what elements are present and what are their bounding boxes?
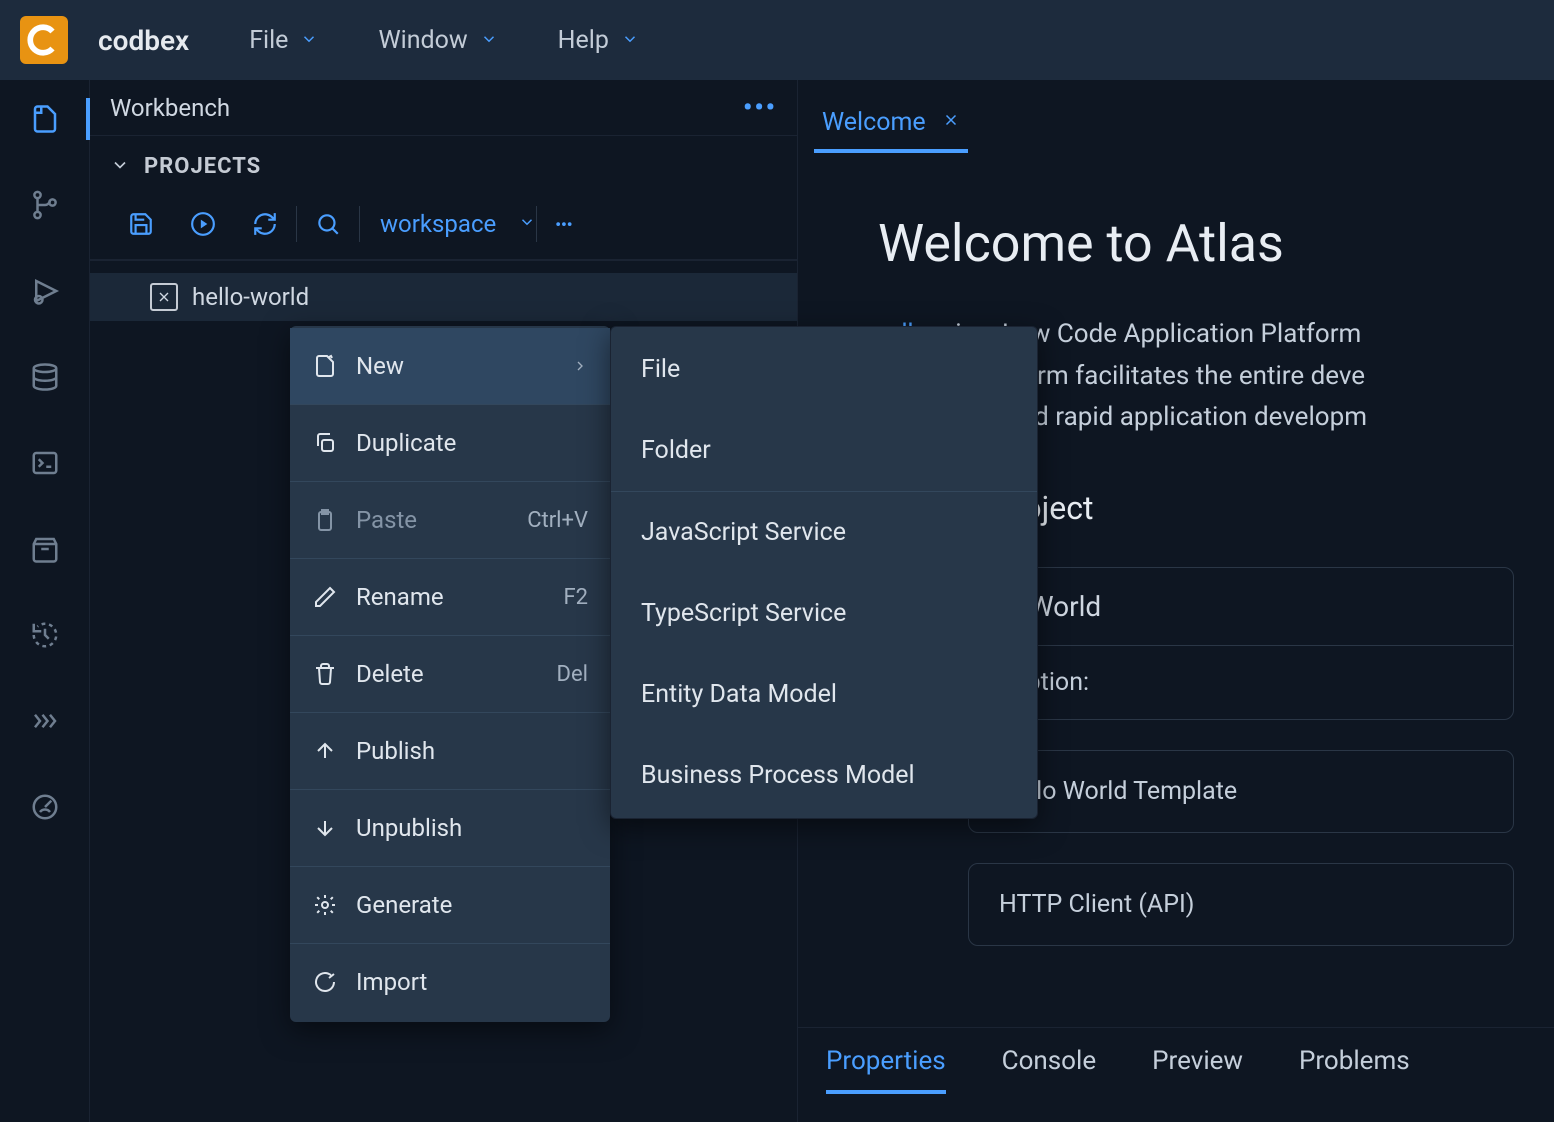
brand-logo bbox=[20, 16, 68, 64]
chevron-down-icon bbox=[300, 26, 318, 55]
close-icon[interactable] bbox=[942, 110, 960, 135]
context-paste-shortcut: Ctrl+V bbox=[527, 508, 588, 533]
workspace-label: workspace bbox=[360, 210, 508, 238]
projects-section: PROJECTS workspace bbox=[90, 136, 797, 261]
unpublish-icon bbox=[312, 815, 338, 841]
menu-help-label: Help bbox=[558, 26, 609, 55]
tab-console[interactable]: Console bbox=[1002, 1046, 1096, 1094]
menu-file-label: File bbox=[249, 26, 288, 55]
activity-git-icon[interactable] bbox=[28, 188, 62, 222]
import-icon bbox=[312, 969, 338, 995]
context-generate[interactable]: Generate bbox=[290, 867, 610, 944]
context-unpublish-label: Unpublish bbox=[356, 814, 462, 842]
rename-icon bbox=[312, 584, 338, 610]
context-import[interactable]: Import bbox=[290, 944, 610, 1020]
welcome-title: Welcome to Atlas bbox=[878, 213, 1514, 274]
projects-header[interactable]: PROJECTS bbox=[90, 136, 797, 193]
context-publish-label: Publish bbox=[356, 737, 435, 765]
card-description-label: cription: bbox=[969, 646, 1513, 719]
publish-icon bbox=[312, 738, 338, 764]
top-menu: File Window Help bbox=[249, 26, 639, 55]
context-rename[interactable]: Rename F2 bbox=[290, 559, 610, 636]
activity-flow-icon[interactable] bbox=[28, 704, 62, 738]
context-duplicate[interactable]: Duplicate bbox=[290, 405, 610, 482]
context-import-label: Import bbox=[356, 968, 427, 996]
activity-debug-icon[interactable] bbox=[28, 274, 62, 308]
template-card-2[interactable]: HTTP Client (API) bbox=[968, 863, 1514, 946]
context-delete[interactable]: Delete Del bbox=[290, 636, 610, 713]
project-item[interactable]: hello-world bbox=[90, 273, 797, 321]
sidebar-more-icon[interactable]: ••• bbox=[743, 93, 777, 123]
template-card-1[interactable]: Hello World Template bbox=[968, 750, 1514, 833]
context-paste: Paste Ctrl+V bbox=[290, 482, 610, 559]
activity-bar bbox=[0, 80, 90, 1122]
chevron-down-icon bbox=[480, 26, 498, 55]
activity-terminal-icon[interactable] bbox=[28, 446, 62, 480]
tab-preview[interactable]: Preview bbox=[1152, 1046, 1243, 1094]
brand-logo-icon bbox=[27, 23, 61, 57]
card-header: lo World bbox=[969, 568, 1513, 646]
run-button[interactable] bbox=[172, 203, 234, 245]
context-publish[interactable]: Publish bbox=[290, 713, 610, 790]
submenu-folder[interactable]: Folder bbox=[611, 410, 1037, 491]
context-duplicate-label: Duplicate bbox=[356, 429, 456, 457]
hello-world-card: lo World cription: bbox=[968, 567, 1514, 720]
context-generate-label: Generate bbox=[356, 891, 452, 919]
menu-help[interactable]: Help bbox=[558, 26, 639, 55]
chevron-right-icon bbox=[572, 352, 588, 380]
projects-label: PROJECTS bbox=[144, 154, 261, 179]
context-unpublish[interactable]: Unpublish bbox=[290, 790, 610, 867]
brand-name: codbex bbox=[98, 24, 189, 57]
bottom-panel: Properties Console Preview Problems bbox=[798, 1027, 1554, 1122]
activity-inbox-icon[interactable] bbox=[28, 532, 62, 566]
submenu-js-service[interactable]: JavaScript Service bbox=[611, 492, 1037, 573]
context-new[interactable]: New bbox=[290, 328, 610, 405]
tab-label: Welcome bbox=[822, 108, 926, 137]
workspace-selector[interactable]: workspace bbox=[360, 210, 536, 238]
submenu-file[interactable]: File bbox=[611, 329, 1037, 410]
project-icon bbox=[150, 283, 178, 311]
bottom-tabs: Properties Console Preview Problems bbox=[826, 1046, 1526, 1094]
new-file-icon bbox=[312, 353, 338, 379]
project-name: hello-world bbox=[192, 283, 309, 311]
menu-window-label: Window bbox=[378, 26, 467, 55]
context-paste-label: Paste bbox=[356, 506, 417, 534]
delete-icon bbox=[312, 661, 338, 687]
submenu-entity-model[interactable]: Entity Data Model bbox=[611, 654, 1037, 735]
duplicate-icon bbox=[312, 430, 338, 456]
tab-welcome[interactable]: Welcome bbox=[814, 96, 968, 153]
context-delete-label: Delete bbox=[356, 660, 424, 688]
menu-window[interactable]: Window bbox=[378, 26, 497, 55]
projects-toolbar: workspace ••• bbox=[90, 193, 797, 260]
save-all-button[interactable] bbox=[110, 203, 172, 245]
context-delete-shortcut: Del bbox=[557, 662, 588, 687]
tab-problems[interactable]: Problems bbox=[1299, 1046, 1410, 1094]
submenu-bp-model[interactable]: Business Process Model bbox=[611, 735, 1037, 816]
new-submenu: File Folder JavaScript Service TypeScrip… bbox=[610, 326, 1038, 819]
submenu-ts-service[interactable]: TypeScript Service bbox=[611, 573, 1037, 654]
chevron-down-icon bbox=[621, 26, 639, 55]
chevron-down-icon bbox=[110, 155, 130, 179]
paste-icon bbox=[312, 507, 338, 533]
activity-dashboard-icon[interactable] bbox=[28, 790, 62, 824]
menu-file[interactable]: File bbox=[249, 26, 318, 55]
generate-icon bbox=[312, 892, 338, 918]
project-tree: hello-world bbox=[90, 261, 797, 333]
top-bar: codbex File Window Help bbox=[0, 0, 1554, 80]
context-menu: New Duplicate Paste Ctrl+V Rename F2 Del… bbox=[290, 326, 610, 1022]
activity-database-icon[interactable] bbox=[28, 360, 62, 394]
context-rename-label: Rename bbox=[356, 583, 444, 611]
search-button[interactable] bbox=[297, 203, 359, 245]
activity-history-icon[interactable] bbox=[28, 618, 62, 652]
activity-files-icon[interactable] bbox=[28, 102, 62, 136]
toolbar-more-icon[interactable]: ••• bbox=[537, 207, 590, 242]
refresh-button[interactable] bbox=[234, 203, 296, 245]
chevron-down-icon bbox=[518, 213, 536, 235]
editor-tabs: Welcome bbox=[798, 80, 1554, 153]
sidebar-title: Workbench bbox=[110, 94, 230, 122]
tab-properties[interactable]: Properties bbox=[826, 1046, 946, 1094]
sidebar-header: Workbench ••• bbox=[90, 80, 797, 136]
context-new-label: New bbox=[356, 352, 404, 380]
context-rename-shortcut: F2 bbox=[563, 585, 588, 610]
